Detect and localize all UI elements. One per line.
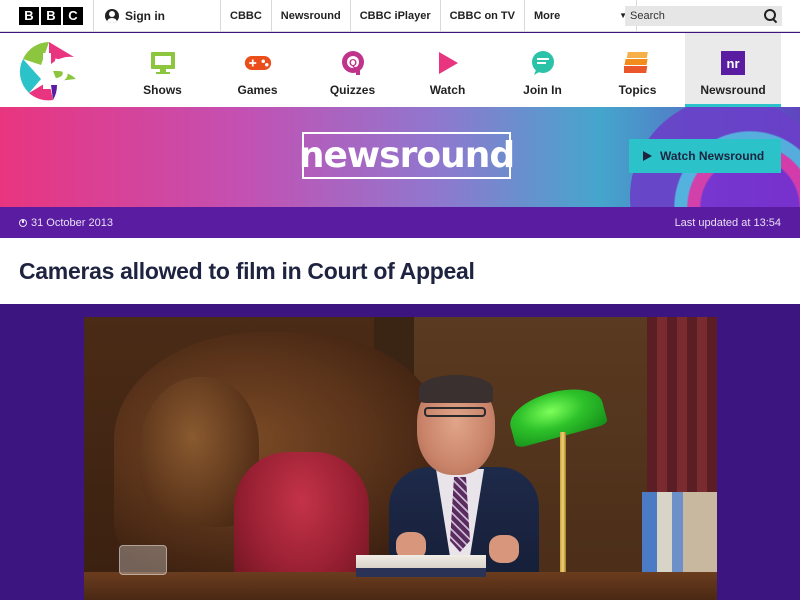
red-chair	[234, 452, 369, 592]
cbbc-nav: Shows Games Q Quizzes Watch Join In Topi…	[0, 33, 800, 107]
speech-bubble-icon	[529, 49, 557, 77]
svg-text:nr: nr	[727, 56, 740, 71]
newsround-logo[interactable]: newsround	[299, 132, 515, 179]
right-hand	[489, 535, 519, 563]
bbc-logo-letter: B	[41, 6, 61, 25]
signin-link[interactable]: Sign in	[93, 0, 221, 31]
more-menu-button[interactable]: More ▼	[525, 0, 637, 31]
article-date-text: 31 October 2013	[31, 216, 113, 229]
svg-text:Q: Q	[349, 58, 357, 69]
search-placeholder: Search	[630, 10, 665, 22]
nav-item-label: Join In	[523, 83, 562, 97]
nav-item-topics[interactable]: Topics	[590, 33, 685, 107]
nav-item-games[interactable]: Games	[210, 33, 305, 107]
newsround-banner: newsround Watch Newsround	[0, 107, 800, 207]
nav-item-join-in[interactable]: Join In	[495, 33, 590, 107]
nav-link-cbbc-on-tv[interactable]: CBBC on TV	[441, 0, 525, 31]
nav-item-label: Quizzes	[329, 83, 376, 97]
user-icon	[105, 8, 119, 23]
nav-item-shows[interactable]: Shows	[115, 33, 210, 107]
tv-icon	[149, 49, 177, 77]
play-icon	[434, 49, 462, 77]
more-label: More	[534, 9, 561, 22]
bbc-header: B B C Sign in CBBC Newsround CBBC iPlaye…	[0, 0, 800, 32]
nav-item-newsround[interactable]: nr Newsround	[685, 33, 781, 107]
glasses	[424, 407, 486, 417]
water-glass	[119, 545, 167, 575]
bbc-logo[interactable]: B B C	[0, 0, 93, 31]
layers-icon	[623, 49, 652, 77]
newsround-icon: nr	[719, 49, 747, 77]
nav-link-cbbc[interactable]: CBBC	[221, 0, 272, 31]
cbbc-logo[interactable]	[19, 41, 79, 101]
headline-container: Cameras allowed to film in Court of Appe…	[0, 238, 800, 304]
nav-link-newsround[interactable]: Newsround	[272, 0, 351, 31]
nav-item-label: Games	[237, 83, 278, 97]
search-icon[interactable]	[764, 9, 778, 23]
page-title: Cameras allowed to film in Court of Appe…	[19, 258, 475, 284]
desk-book	[356, 555, 486, 577]
nav-link-cbbc-iplayer[interactable]: CBBC iPlayer	[351, 0, 441, 31]
bbc-logo-letter: B	[19, 6, 39, 25]
lamp-stem	[560, 432, 566, 582]
quiz-icon: Q	[339, 49, 367, 77]
article-meta-bar: 31 October 2013 Last updated at 13:54	[0, 207, 800, 238]
nav-item-label: Topics	[618, 83, 657, 97]
bbc-nav: CBBC Newsround CBBC iPlayer CBBC on TV M…	[221, 0, 637, 31]
watch-button-label: Watch Newsround	[660, 149, 765, 163]
cbbc-nav-items: Shows Games Q Quizzes Watch Join In Topi…	[115, 33, 781, 107]
man-hair	[419, 375, 493, 403]
signin-label: Sign in	[125, 8, 165, 23]
nav-item-quizzes[interactable]: Q Quizzes	[305, 33, 400, 107]
article-date: 31 October 2013	[19, 217, 113, 229]
nav-item-label: Newsround	[700, 83, 766, 97]
bbc-logo-letter: C	[63, 6, 83, 25]
last-updated: Last updated at 13:54	[674, 216, 781, 229]
nav-item-label: Watch	[429, 83, 466, 97]
watch-newsround-button[interactable]: Watch Newsround	[629, 139, 781, 173]
nav-item-label: Shows	[143, 83, 182, 97]
gamepad-icon	[244, 49, 272, 77]
nav-item-watch[interactable]: Watch	[400, 33, 495, 107]
play-icon	[643, 151, 652, 161]
article-video-player[interactable]	[84, 317, 717, 600]
search-input[interactable]: Search	[625, 6, 782, 26]
clock-icon	[19, 218, 27, 227]
